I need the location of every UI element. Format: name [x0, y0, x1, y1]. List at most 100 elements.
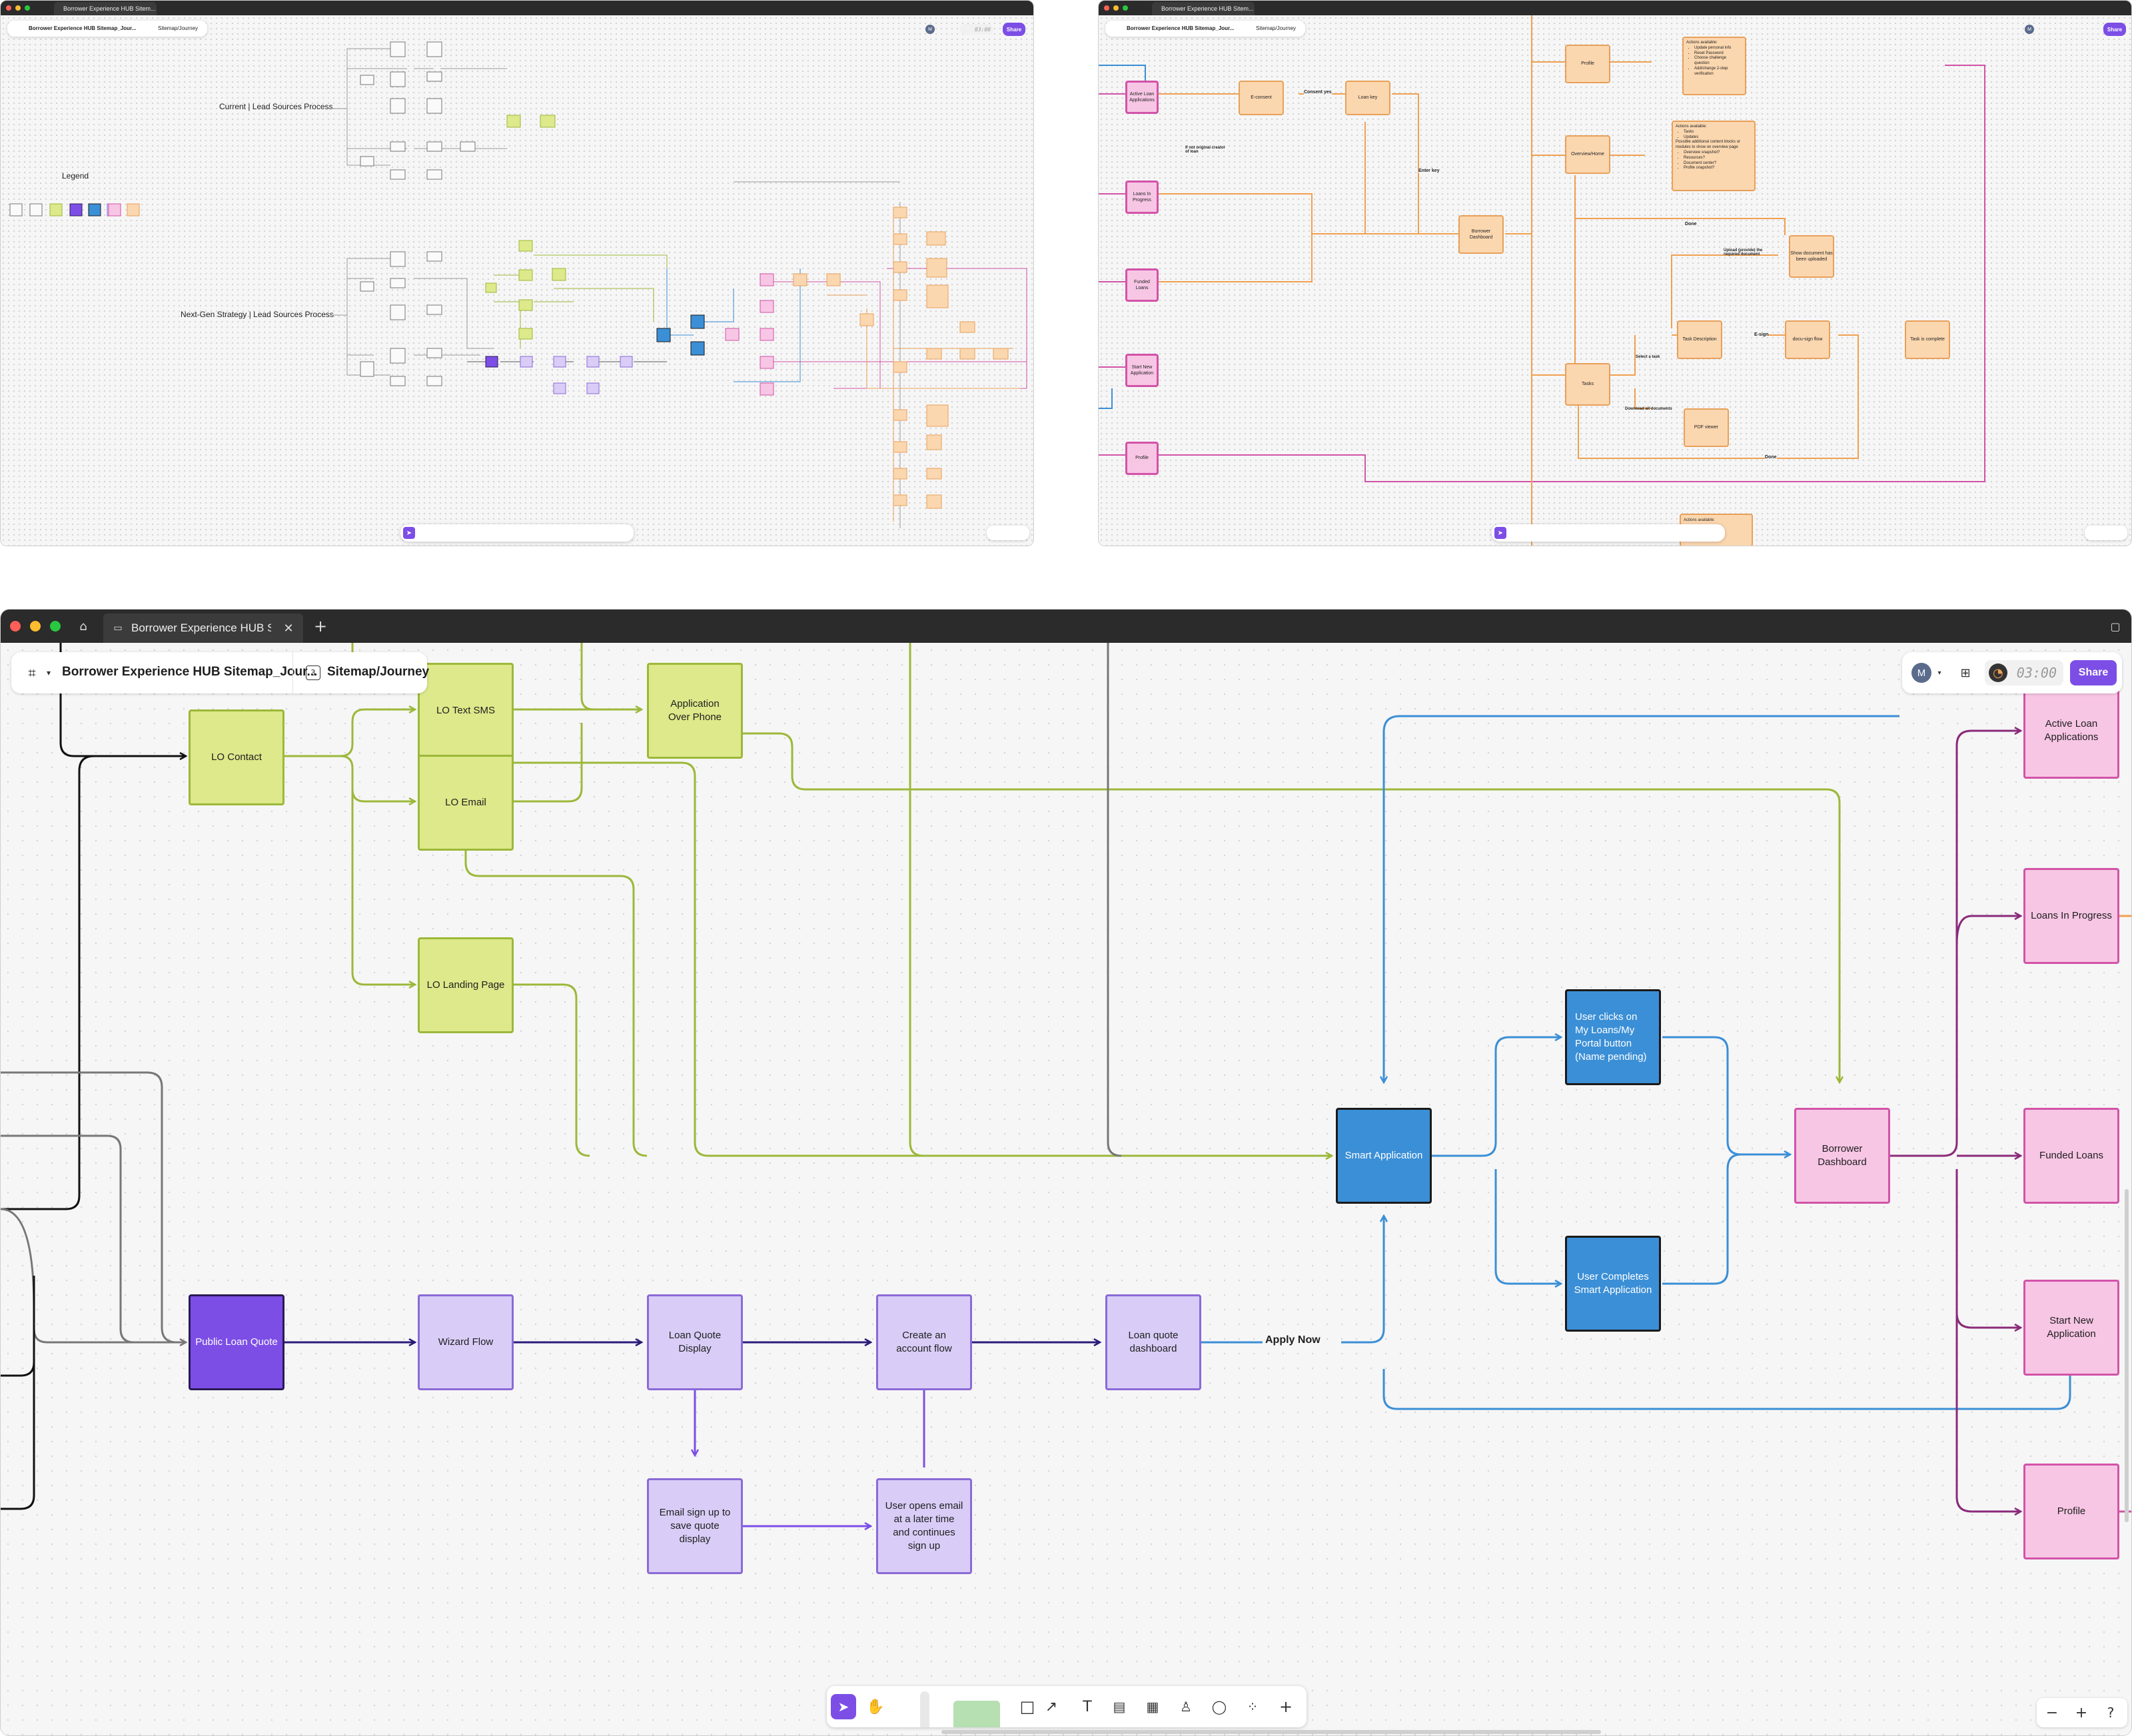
node-borrower-dashboard[interactable]: Borrower Dashboard [1458, 215, 1504, 254]
more-tool-icon[interactable]: + [1273, 1694, 1299, 1719]
node-lo-email[interactable]: LO Email [418, 755, 514, 851]
node-loan-key[interactable]: Loan key [1345, 81, 1390, 115]
node-funded-loans[interactable]: Funded Loans [2023, 1108, 2119, 1204]
comment-tool-icon[interactable]: ◯ [1207, 1694, 1232, 1719]
page-name[interactable]: Sitemap/Journey [327, 665, 429, 679]
edge-label-e-sign: E-sign [1754, 332, 1769, 337]
section-tool-icon[interactable]: ▤ [1107, 1694, 1132, 1719]
shape-tool-icon[interactable]: □ [1015, 1694, 1040, 1719]
node-active-loan-apps[interactable]: Active Loan Applications [1125, 81, 1159, 114]
node-smart-application[interactable]: Smart Application [1336, 1108, 1432, 1204]
overview-diagram [9, 41, 1027, 528]
node-lo-landing-page[interactable]: LO Landing Page [418, 937, 514, 1033]
node-public-loan-quote[interactable]: Public Loan Quote [189, 1294, 284, 1390]
move-tool-icon[interactable]: ➤ [1494, 527, 1506, 539]
close-window-button[interactable] [1104, 5, 1109, 11]
share-button[interactable]: Share [2070, 660, 2117, 685]
zoom-out-button[interactable]: − [2041, 1702, 2063, 1723]
avatar[interactable]: M [1911, 663, 1931, 683]
node-loans-in-progress[interactable]: Loans In Progress [2023, 868, 2119, 964]
node-email-sign-up[interactable]: Email sign up to save quote display [647, 1478, 743, 1574]
node-task-complete[interactable]: Task is complete [1905, 320, 1950, 359]
table-tool-icon[interactable]: ▦ [1140, 1694, 1165, 1719]
tab-file[interactable]: Borrower Experience HUB Sitem... [1152, 2, 1255, 15]
edge-label-enter-key: Enter key [1418, 169, 1440, 173]
node-user-opens-email[interactable]: User opens email at a later time and con… [876, 1478, 972, 1574]
highlighter-tool-icon[interactable] [953, 1701, 1000, 1727]
node-overview-home[interactable]: Overview/Home [1565, 135, 1610, 174]
node-task-description[interactable]: Task Description [1677, 320, 1722, 359]
file-name[interactable]: Borrower Experience HUB Sitemap_Jour... [62, 665, 317, 679]
edge-label-select-task: Select a task [1636, 355, 1660, 359]
node-docu-sign-flow[interactable]: docu-sign flow [1785, 320, 1830, 359]
node-borrower-dashboard[interactable]: Borrower Dashboard [1794, 1108, 1890, 1204]
zoom-in-button[interactable]: + [2070, 1702, 2093, 1723]
stamp-tool-icon[interactable]: ♙ [1173, 1694, 1199, 1719]
move-tool-icon[interactable]: ➤ [403, 527, 415, 539]
connector-tool-icon[interactable]: ↗ [1039, 1693, 1064, 1721]
canvas[interactable]: Borrower Experience HUB Sitemap_Jour... … [1, 15, 1033, 546]
node-tasks[interactable]: Tasks [1565, 363, 1610, 406]
node-e-consent[interactable]: E-consent [1239, 81, 1284, 115]
overview-actions-title: Actions available: [1676, 125, 1707, 129]
close-tab-icon[interactable]: ✕ [280, 620, 296, 636]
node-profile-peach[interactable]: Profile [1565, 45, 1610, 83]
node-loans-in-progress[interactable]: Loans In Progress [1125, 181, 1159, 214]
timer-icon: ◔ [1989, 663, 2007, 682]
vertical-scrollbar[interactable] [2125, 1189, 2129, 1522]
node-funded-loans[interactable]: Funded Loans [1125, 268, 1159, 302]
minimize-window-button[interactable] [1113, 5, 1119, 11]
widgets-tool-icon[interactable]: ⁘ [1240, 1694, 1265, 1719]
node-lo-text-sms[interactable]: LO Text SMS [418, 663, 514, 759]
node-loan-quote-dashboard[interactable]: Loan quote dashboard [1105, 1294, 1201, 1390]
node-show-document[interactable]: Show document has been uploaded [1789, 235, 1834, 278]
profile-actions-card: Actions available: Update personal info … [1682, 37, 1746, 95]
node-loan-quote-display[interactable]: Loan Quote Display [647, 1294, 743, 1390]
layout-panel-icon[interactable]: ⊞ [1955, 663, 1975, 683]
edge-label-done-bottom: Done [1765, 455, 1777, 460]
text-tool-icon[interactable]: T [1075, 1694, 1100, 1719]
close-window-button[interactable] [10, 621, 21, 632]
tool-bar: ➤ [400, 524, 634, 542]
page-number-badge: 3 [306, 665, 320, 680]
move-tool-icon[interactable]: ➤ [831, 1694, 856, 1719]
file-menu-pill[interactable]: ⌗ ▾ Borrower Experience HUB Sitemap_Jour… [11, 652, 429, 693]
minimize-window-button[interactable] [30, 621, 41, 632]
maximize-window-button[interactable] [1123, 5, 1128, 11]
node-profile[interactable]: Profile [2023, 1464, 2119, 1559]
maximize-window-button[interactable] [25, 5, 30, 11]
tab-file[interactable]: Borrower Experience HUB Sitem... [54, 2, 157, 15]
chevron-down-icon[interactable]: ▾ [1934, 664, 1945, 681]
node-start-new-app[interactable]: Start New Application [1125, 354, 1159, 387]
maximize-window-button[interactable] [50, 621, 61, 632]
node-start-new-app[interactable]: Start New Application [2023, 1280, 2119, 1376]
overview-extra-item: Profile snapshot? [1684, 166, 1752, 171]
node-app-over-phone[interactable]: Application Over Phone [647, 663, 743, 759]
chevron-down-icon[interactable]: ▾ [42, 664, 55, 681]
tab-file[interactable]: ▭ Borrower Experience HUB Sitem... ✕ [103, 614, 303, 643]
canvas[interactable]: LO Contact LO Text SMS Application Over … [1, 643, 2131, 1735]
zoom-controls [2085, 526, 2127, 540]
close-window-button[interactable] [6, 5, 11, 11]
node-active-loan-apps[interactable]: Active Loan Applications [2023, 683, 2119, 779]
hand-tool-icon[interactable]: ✋ [863, 1694, 888, 1719]
overview-extra-item: Overview snapshot? [1684, 151, 1752, 156]
node-user-clicks-my-loans[interactable]: User clicks on My Loans/My Portal button… [1565, 989, 1661, 1085]
home-icon[interactable]: ⌂ [74, 618, 93, 635]
minimize-window-button[interactable] [15, 5, 21, 11]
node-pdf-viewer[interactable]: PDF viewer [1684, 408, 1729, 447]
node-profile[interactable]: Profile [1125, 442, 1159, 475]
canvas[interactable]: Borrower Experience HUB Sitemap_Jour... … [1099, 15, 2131, 546]
help-button[interactable]: ? [2099, 1702, 2122, 1723]
tool-bar: ➤ [1492, 524, 1725, 542]
horizontal-scrollbar[interactable] [941, 1730, 1601, 1734]
sidebar-toggle-icon[interactable]: ▢ [2106, 618, 2125, 635]
edge-label-download-all: Download all documents [1625, 407, 1672, 411]
node-wizard-flow[interactable]: Wizard Flow [418, 1294, 514, 1390]
node-create-account-flow[interactable]: Create an account flow [876, 1294, 972, 1390]
new-tab-button[interactable]: + [311, 617, 330, 636]
figjam-menu-icon[interactable]: ⌗ [22, 663, 42, 683]
marker-tool-icon[interactable] [920, 1691, 929, 1727]
node-user-completes-smart[interactable]: User Completes Smart Application [1565, 1236, 1661, 1332]
node-lo-contact[interactable]: LO Contact [189, 709, 284, 805]
